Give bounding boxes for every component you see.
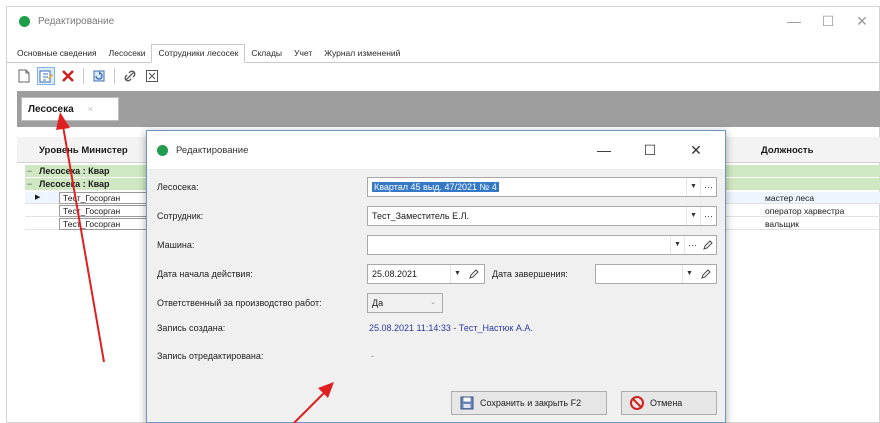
dialog-close-button[interactable]: ✕ [673, 131, 719, 169]
lesoseka-label: Лесосека: [157, 182, 199, 192]
dialog-minimize-button[interactable]: — [581, 131, 627, 169]
clear-icon[interactable] [698, 265, 714, 283]
inner-tab-close-icon[interactable]: × [88, 104, 93, 114]
machine-label: Машина: [157, 240, 195, 250]
close-button[interactable]: ✕ [845, 7, 879, 35]
created-label: Запись создана: [157, 323, 226, 333]
responsible-value: Да [372, 298, 384, 308]
chevron-down-icon[interactable]: ▼ [686, 207, 700, 225]
lesoseka-value: Квартал 45 выд. 47/2021 № 4 [372, 182, 499, 192]
cell-position[interactable]: вальщик [761, 218, 799, 230]
employee-field[interactable]: Тест_Заместитель Е.Л. ▼ ··· [367, 206, 717, 226]
dialog-title-bar: Редактирование — ☐ ✕ [147, 131, 725, 169]
edit-button[interactable] [37, 67, 55, 85]
end-date-label: Дата завершения: [492, 269, 568, 279]
ellipsis-icon[interactable]: ··· [700, 178, 716, 196]
save-button-label: Сохранить и закрыть F2 [480, 398, 582, 408]
cancel-icon [630, 396, 644, 410]
edited-value: - [371, 351, 374, 361]
new-button[interactable] [15, 67, 33, 85]
machine-field[interactable]: ▼ ··· [367, 235, 717, 255]
column-header-level[interactable]: Уровень Министер [39, 145, 128, 156]
clear-icon[interactable] [700, 236, 716, 254]
collapse-icon[interactable]: − [27, 178, 32, 190]
chevron-down-icon[interactable]: ⌄ [426, 294, 440, 312]
delete-button[interactable] [59, 67, 77, 85]
chevron-down-icon[interactable]: ▼ [686, 178, 700, 196]
delete-icon [62, 70, 74, 82]
lesoseka-field[interactable]: Квартал 45 выд. 47/2021 № 4 ▼ ··· [367, 177, 717, 197]
edit-dialog: Редактирование — ☐ ✕ Лесосека: Квартал 4… [146, 130, 726, 423]
created-value: 25.08.2021 11:14:33 - Тест_Настюк А.А. [369, 323, 533, 333]
collapse-icon[interactable]: − [27, 165, 32, 177]
minimize-button[interactable]: — [777, 7, 811, 35]
responsible-select[interactable]: Да ⌄ [367, 293, 443, 313]
cell-name[interactable]: Тест_Госорган [59, 205, 153, 217]
dialog-maximize-button[interactable]: ☐ [627, 131, 673, 169]
save-icon [460, 396, 474, 410]
cell-position[interactable]: мастер леса [761, 192, 814, 204]
expand-icon [146, 70, 158, 82]
app-logo-icon [19, 15, 30, 27]
refresh-button[interactable] [90, 67, 108, 85]
toolbar [7, 65, 879, 87]
start-date-label: Дата начала действия: [157, 269, 253, 279]
toolbar-separator [114, 68, 115, 84]
tab-basic-info[interactable]: Основные сведения [11, 45, 103, 62]
refresh-icon [93, 70, 105, 82]
outer-title-bar: Редактирование — ☐ ✕ [7, 7, 879, 35]
start-date-value: 25.08.2021 [372, 269, 418, 279]
edit-icon [39, 70, 53, 83]
inner-tab-label: Лесосека [28, 103, 74, 115]
group-row-label: Лесосека : Квар [39, 179, 110, 189]
end-date-field[interactable]: ▼ [595, 264, 717, 284]
tab-strip-background [17, 91, 880, 127]
ellipsis-icon[interactable]: ··· [700, 207, 716, 225]
tab-accounting[interactable]: Учет [288, 45, 318, 62]
tab-warehouses[interactable]: Склады [245, 45, 288, 62]
tab-lesoseka-employees[interactable]: Сотрудники лесосек [151, 44, 246, 63]
employee-value: Тест_Заместитель Е.Л. [372, 211, 469, 221]
ellipsis-icon[interactable]: ··· [684, 236, 700, 254]
group-row-label: Лесосека : Квар [39, 166, 110, 176]
dialog-title: Редактирование [176, 144, 249, 156]
link-icon [124, 70, 136, 82]
save-and-close-button[interactable]: Сохранить и закрыть F2 [451, 391, 607, 415]
app-logo-icon [157, 144, 168, 156]
outer-window-title: Редактирование [38, 15, 115, 27]
chevron-down-icon[interactable]: ▼ [450, 265, 464, 283]
chevron-down-icon[interactable]: ▼ [670, 236, 684, 254]
tab-bar: Основные сведения Лесосеки Сотрудники ле… [7, 41, 879, 63]
cell-name[interactable]: Тест_Госорган [59, 218, 153, 230]
edited-label: Запись отредактирована: [157, 351, 264, 361]
employee-label: Сотрудник: [157, 211, 204, 221]
column-header-position[interactable]: Должность [761, 145, 813, 156]
new-icon [18, 69, 30, 83]
row-indicator-icon: ▶ [35, 194, 41, 201]
tab-lesoseki[interactable]: Лесосеки [103, 45, 152, 62]
maximize-button[interactable]: ☐ [811, 7, 845, 35]
responsible-label: Ответственный за производство работ: [157, 298, 322, 308]
cancel-button-label: Отмена [650, 398, 683, 408]
toolbar-separator [83, 68, 84, 84]
cancel-button[interactable]: Отмена [621, 391, 717, 415]
expand-button[interactable] [143, 67, 161, 85]
link-button[interactable] [121, 67, 139, 85]
clear-icon[interactable] [466, 265, 482, 283]
inner-tab-lesoseka[interactable]: Лесосека × [21, 97, 119, 121]
start-date-field[interactable]: 25.08.2021 ▼ [367, 264, 485, 284]
cell-name[interactable]: Тест_Госорган [59, 192, 153, 204]
cell-position[interactable]: оператор харвестра [761, 205, 844, 217]
chevron-down-icon[interactable]: ▼ [682, 265, 696, 283]
tab-change-log[interactable]: Журнал изменений [318, 45, 406, 62]
